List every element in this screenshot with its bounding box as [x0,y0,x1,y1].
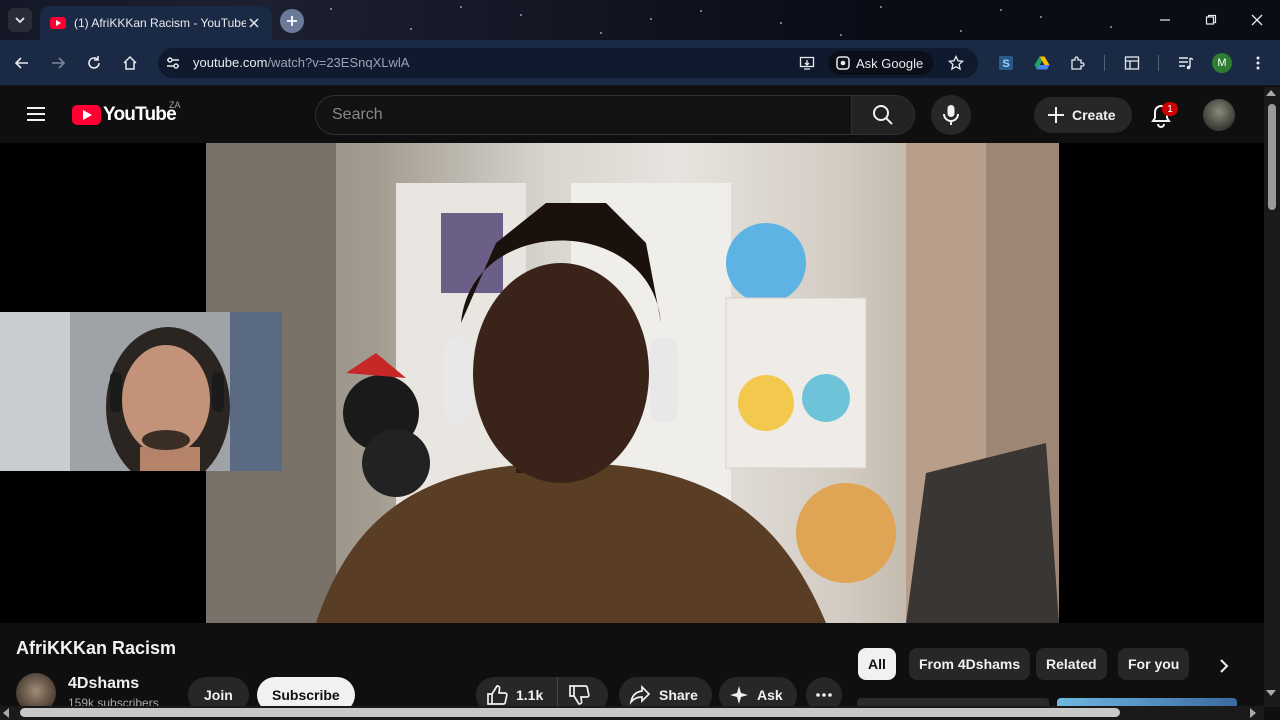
tune-icon [167,57,179,69]
chip-from-channel[interactable]: From 4Dshams [909,648,1031,680]
home-icon [123,55,137,70]
webcam-scene [0,312,282,471]
bookmark-button[interactable] [944,51,968,75]
ask-google-button[interactable]: Ask Google [828,51,934,75]
google-lens-icon [836,56,850,70]
guide-menu-button[interactable] [24,102,48,126]
media-controls-button[interactable] [1174,51,1198,75]
arrow-right-icon [52,57,66,69]
reactor-webcam-overlay [0,312,282,471]
close-window-button[interactable] [1245,8,1269,32]
video-title: AfriKKKan Racism [16,638,177,658]
install-app-button[interactable] [795,51,819,75]
minimize-icon [1160,19,1170,21]
svg-text:S: S [1002,58,1009,70]
scroll-down-arrow[interactable] [1266,690,1276,696]
more-vertical-icon [1256,56,1260,70]
hamburger-menu-icon [27,107,45,121]
search-box [315,95,852,135]
like-count: 1.1k [516,687,544,703]
thumbs-up-icon [487,685,508,705]
vertical-scrollbar-thumb[interactable] [1268,104,1276,210]
channel-name[interactable]: 4Dshams [68,675,139,693]
back-button[interactable] [10,51,34,75]
site-info-button[interactable] [161,51,185,75]
url-domain: youtube.com [193,55,268,70]
share-label: Share [659,687,698,703]
youtube-play-logo-icon [72,105,101,125]
ask-label: Ask [757,687,783,703]
more-horizontal-icon [816,693,832,697]
account-avatar[interactable] [1203,99,1235,131]
search-input[interactable] [332,96,832,134]
home-button[interactable] [118,51,142,75]
minimize-button[interactable] [1153,8,1177,32]
search-button[interactable] [851,95,915,135]
new-tab-button[interactable] [280,9,304,33]
star-icon [948,55,964,71]
browser-menu-button[interactable] [1246,51,1270,75]
url-path: /watch?v=23ESnqXLwlA [267,55,410,70]
youtube-favicon-icon [50,17,66,29]
scroll-right-arrow[interactable] [1250,708,1256,718]
install-icon [799,56,815,70]
close-icon [1251,14,1263,26]
side-panel-icon [1124,56,1140,70]
reload-icon [88,56,100,69]
chip-for-you[interactable]: For you [1118,648,1190,680]
ask-google-label: Ask Google [856,55,924,71]
tab-title: (1) AfriKKKan Racism - YouTube [74,16,246,30]
url-text[interactable]: youtube.com/watch?v=23ESnqXLwlA [193,55,409,70]
share-icon [629,684,651,705]
youtube-logo-text: YouTube [103,104,177,125]
reload-button[interactable] [82,51,106,75]
puzzle-icon [1071,56,1085,70]
chip-all[interactable]: All [858,648,896,680]
forward-button[interactable] [46,51,70,75]
chevron-right-icon [1220,659,1229,673]
browser-tab-active[interactable]: (1) AfriKKKan Racism - YouTube [40,6,272,40]
video-scene [206,143,1059,623]
search-icon [873,105,893,125]
sparkle-icon [730,686,748,704]
queue-music-icon [1179,57,1194,70]
chevron-down-icon [15,17,25,24]
plus-icon [287,16,297,26]
chips-next-button[interactable] [1210,652,1238,680]
google-drive-button[interactable] [1030,51,1054,75]
extension-s-icon: S [999,56,1013,70]
restore-button[interactable] [1199,8,1223,32]
toolbar-divider [1158,55,1159,71]
country-code: ZA [169,100,181,110]
create-button[interactable]: Create [1034,97,1132,133]
chip-related[interactable]: Related [1036,648,1107,680]
horizontal-scrollbar-thumb[interactable] [20,708,1120,717]
microphone-icon [943,105,959,125]
voice-search-button[interactable] [931,95,971,135]
extension-s-button[interactable]: S [994,51,1018,75]
tab-close-icon[interactable] [246,15,262,31]
side-panel-button[interactable] [1120,51,1144,75]
create-label: Create [1072,107,1116,123]
browser-profile-avatar[interactable]: M [1212,53,1232,73]
youtube-logo[interactable]: YouTube [72,104,177,126]
thumbs-down-icon [569,685,590,705]
restore-icon [1205,14,1217,25]
notification-count-badge: 1 [1162,102,1178,116]
extensions-button[interactable] [1066,51,1090,75]
plus-icon [1048,107,1064,123]
tab-search-button[interactable] [8,8,32,32]
scroll-left-arrow[interactable] [3,708,9,718]
video-frame[interactable] [206,143,1059,623]
scroll-up-arrow[interactable] [1266,90,1276,96]
google-drive-icon [1034,56,1050,70]
arrow-left-icon [14,57,28,69]
toolbar-divider [1104,55,1105,71]
